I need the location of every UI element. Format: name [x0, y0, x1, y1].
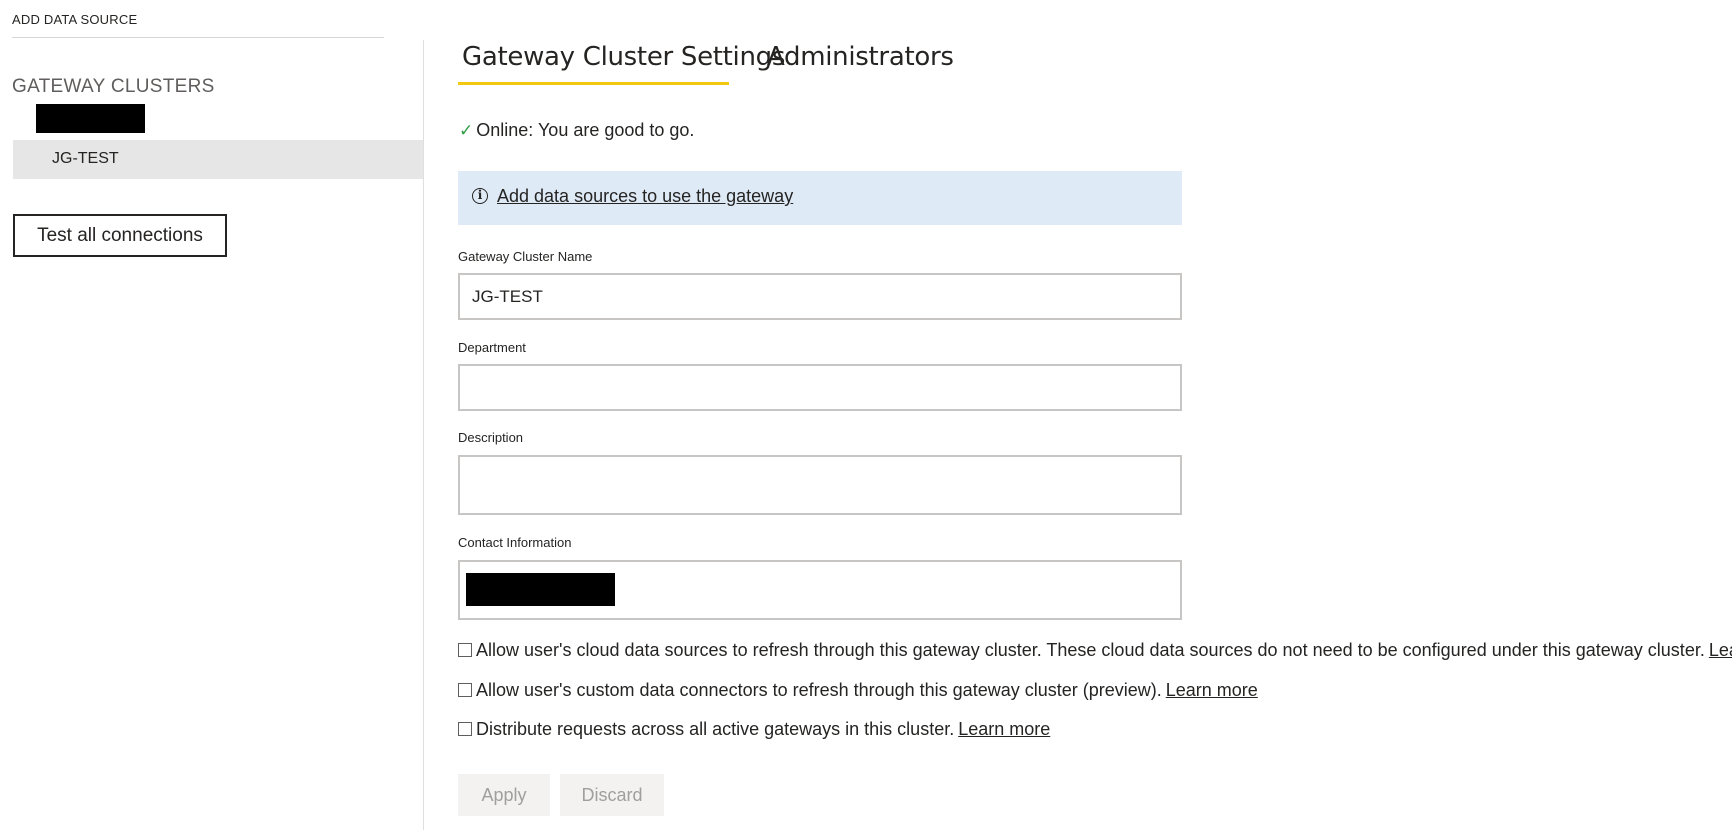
test-all-connections-button[interactable]: Test all connections: [13, 214, 227, 257]
discard-button[interactable]: Discard: [560, 774, 664, 816]
custom-connectors-text: Allow user's custom data connectors to r…: [476, 680, 1162, 700]
cluster-list-item-label: JG-TEST: [52, 150, 119, 167]
cluster-name-label: Gateway Cluster Name: [458, 249, 593, 264]
description-textarea[interactable]: [458, 455, 1182, 515]
gateway-clusters-heading: GATEWAY CLUSTERS: [12, 76, 215, 97]
cluster-list-item[interactable]: JG-TEST: [13, 140, 423, 179]
gateway-settings-page: ADD DATA SOURCE GATEWAY CLUSTERS JG-TEST…: [0, 0, 1732, 830]
custom-connectors-checkbox[interactable]: [458, 683, 472, 697]
distribute-requests-checkbox[interactable]: [458, 722, 472, 736]
contact-information-label: Contact Information: [458, 535, 572, 550]
cloud-refresh-learn-more-link[interactable]: Learn more: [1709, 640, 1732, 660]
cluster-name-input[interactable]: [458, 273, 1182, 320]
panel-divider: [423, 40, 424, 830]
tab-gateway-cluster-settings[interactable]: Gateway Cluster Settings: [462, 42, 785, 72]
info-icon: i: [472, 188, 488, 204]
tab-administrators[interactable]: Administrators: [767, 42, 954, 72]
cloud-refresh-text: Allow user's cloud data sources to refre…: [476, 640, 1705, 660]
redacted-cluster-group: [36, 104, 145, 133]
department-input[interactable]: [458, 364, 1182, 411]
add-data-sources-link[interactable]: Add data sources to use the gateway: [497, 186, 793, 207]
option-custom-connectors: Allow user's custom data connectors to r…: [458, 680, 1258, 701]
cloud-refresh-checkbox[interactable]: [458, 643, 472, 657]
distribute-requests-learn-more-link[interactable]: Learn more: [958, 719, 1050, 739]
status-text: Online: You are good to go.: [476, 120, 695, 140]
gateway-status: ✓ Online: You are good to go.: [459, 120, 694, 141]
distribute-requests-text: Distribute requests across all active ga…: [476, 719, 955, 739]
checkmark-icon: ✓: [459, 121, 474, 140]
redacted-contact-information: [466, 573, 615, 606]
department-label: Department: [458, 340, 526, 355]
custom-connectors-learn-more-link[interactable]: Learn more: [1166, 680, 1258, 700]
left-divider: [12, 37, 384, 38]
left-panel: ADD DATA SOURCE GATEWAY CLUSTERS JG-TEST…: [0, 0, 423, 830]
add-data-source-link[interactable]: ADD DATA SOURCE: [12, 12, 137, 27]
option-distribute-requests: Distribute requests across all active ga…: [458, 719, 1050, 740]
info-banner: i Add data sources to use the gateway: [458, 171, 1182, 225]
apply-button[interactable]: Apply: [458, 774, 550, 816]
option-cloud-refresh: Allow user's cloud data sources to refre…: [458, 640, 1732, 661]
description-label: Description: [458, 430, 524, 445]
active-tab-indicator: [458, 82, 729, 85]
